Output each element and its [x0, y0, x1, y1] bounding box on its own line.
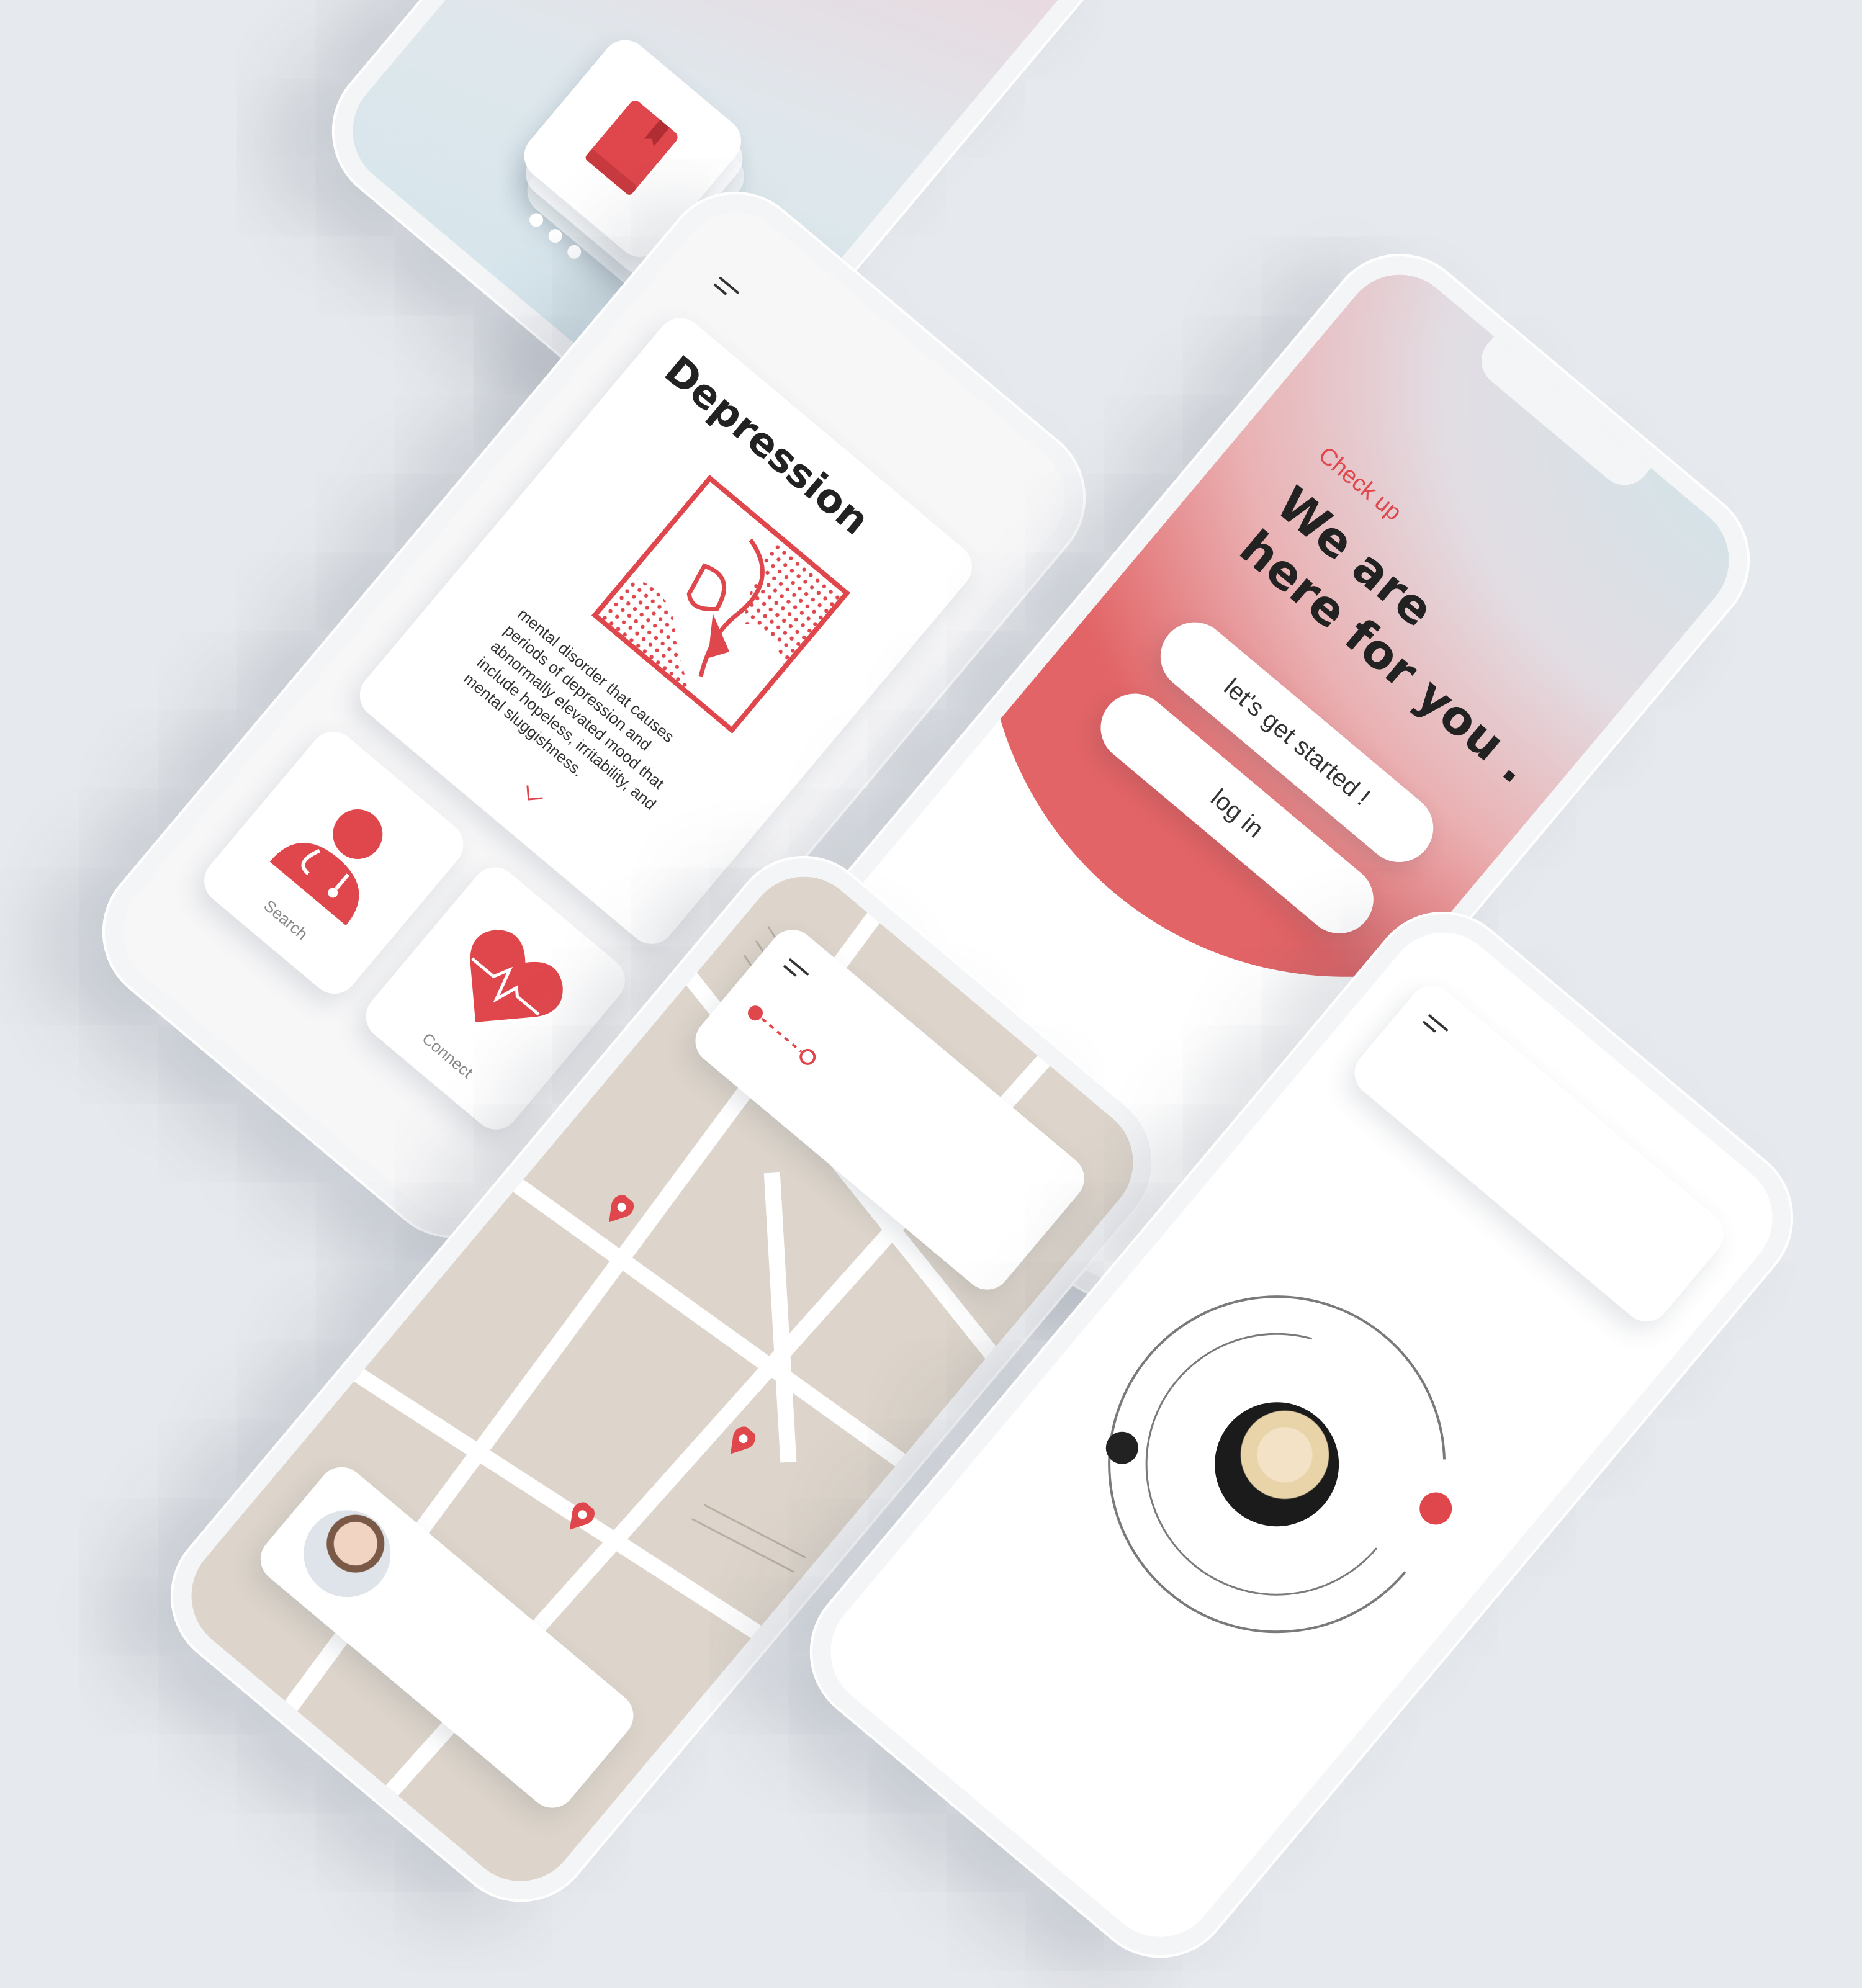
- hamburger-icon[interactable]: [1420, 1011, 1451, 1041]
- accent-dot: [1419, 1492, 1452, 1525]
- hamburger-icon[interactable]: [711, 274, 742, 304]
- hamburger-icon[interactable]: [781, 955, 812, 986]
- heartbeat-icon: [429, 910, 582, 1063]
- doctor-avatar: [286, 1492, 408, 1615]
- dark-dot: [1105, 1431, 1138, 1464]
- book-icon: [576, 91, 689, 205]
- route-icon: [737, 993, 827, 1077]
- chevron-down-icon[interactable]: [518, 782, 546, 809]
